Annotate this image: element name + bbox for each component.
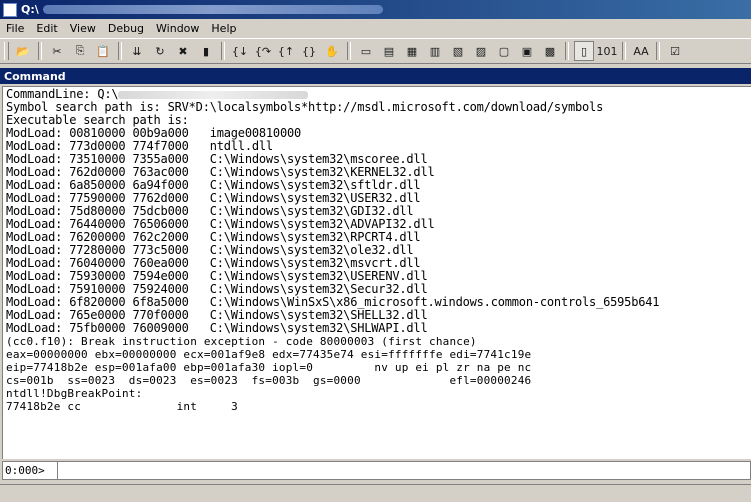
toolbar-separator [656, 42, 660, 60]
commandline-text: CommandLine: Q:\ [6, 87, 119, 101]
title-bar: Q:\ [0, 0, 751, 19]
toolbar: 📂 ✂ ⎘ 📋 ⇊ ↻ ✖ ▮ {↓ {↷ {↑{} ✋ ▭ ▤ ▦ ▥ ▧ ▨ ▢ ▣ ▩ ▯ 101 AA ☑ [0, 38, 751, 64]
locals-icon[interactable]: ▦ [402, 41, 422, 61]
command-output[interactable]: CommandLine: Q:\ Symbol search path is: … [2, 86, 751, 459]
scratch-pad-icon[interactable]: ▣ [517, 41, 537, 61]
go-icon[interactable]: ⇊ [127, 41, 147, 61]
watch-icon[interactable]: ▤ [379, 41, 399, 61]
toolbar-separator [347, 42, 351, 60]
stop-debugging-icon[interactable]: ✖ [173, 41, 193, 61]
output-line: eip=77418b2e esp=001afa00 ebp=001afa30 i… [6, 361, 532, 374]
menu-help[interactable]: Help [205, 22, 242, 35]
status-bar [0, 484, 751, 502]
output-line: 77418b2e cc int 3 [6, 400, 238, 413]
command-input-row: 0:000> [2, 461, 751, 480]
command-pane-header: Command [0, 68, 751, 84]
menu-debug[interactable]: Debug [102, 22, 150, 35]
cut-icon[interactable]: ✂ [47, 41, 67, 61]
source-mode-icon[interactable]: ▯ [574, 41, 594, 61]
memory-icon[interactable]: ▧ [448, 41, 468, 61]
output-line: ModLoad: 75fb0000 76009000 C:\Windows\sy… [6, 321, 428, 335]
step-out-icon[interactable]: {↑ [276, 41, 296, 61]
restart-icon[interactable]: ↻ [150, 41, 170, 61]
open-folder-icon[interactable]: 📂 [13, 41, 33, 61]
registers-icon[interactable]: ▥ [425, 41, 445, 61]
output-line: eax=00000000 ebx=00000000 ecx=001af9e8 e… [6, 348, 532, 361]
binary-mode-icon[interactable]: 101 [597, 41, 618, 61]
output-line: ntdll!DbgBreakPoint: [6, 387, 143, 400]
step-into-icon[interactable]: {↓ [230, 41, 250, 61]
toolbar-separator [622, 42, 626, 60]
title-redaction [42, 5, 383, 14]
commandline-redaction [118, 90, 309, 99]
copy-icon[interactable]: ⎘ [70, 41, 90, 61]
output-line: (cc0.f10): Break instruction exception -… [6, 335, 477, 348]
app-icon [3, 2, 17, 17]
window-title: Q:\ [21, 3, 39, 16]
output-line: cs=001b ss=0023 ds=0023 es=0023 fs=003b … [6, 374, 532, 387]
paste-icon[interactable]: 📋 [93, 41, 113, 61]
processes-icon[interactable]: ▩ [540, 41, 560, 61]
break-icon[interactable]: ▮ [196, 41, 216, 61]
call-stack-icon[interactable]: ▨ [471, 41, 491, 61]
menu-window[interactable]: Window [150, 22, 205, 35]
menu-view[interactable]: View [64, 22, 102, 35]
disassembly-icon[interactable]: ▢ [494, 41, 514, 61]
command-prompt: 0:000> [2, 461, 58, 480]
step-over-icon[interactable]: {↷ [253, 41, 273, 61]
run-to-cursor-icon[interactable]: {} [299, 41, 319, 61]
command-pane-title: Command [4, 69, 66, 83]
menu-bar: File Edit View Debug Window Help [0, 19, 751, 37]
toolbar-grip[interactable] [4, 42, 9, 60]
toolbar-separator [221, 42, 225, 60]
toolbar-separator [118, 42, 122, 60]
hand-icon[interactable]: ✋ [322, 41, 342, 61]
toolbar-separator [565, 42, 569, 60]
toolbar-separator [38, 42, 42, 60]
font-icon[interactable]: AA [631, 41, 651, 61]
output-lines: CommandLine: Q:\ Symbol search path is: … [6, 87, 659, 414]
menu-edit[interactable]: Edit [30, 22, 63, 35]
options-icon[interactable]: ☑ [665, 41, 685, 61]
command-window-icon[interactable]: ▭ [356, 41, 376, 61]
menu-file[interactable]: File [0, 22, 30, 35]
command-input[interactable] [58, 461, 751, 480]
